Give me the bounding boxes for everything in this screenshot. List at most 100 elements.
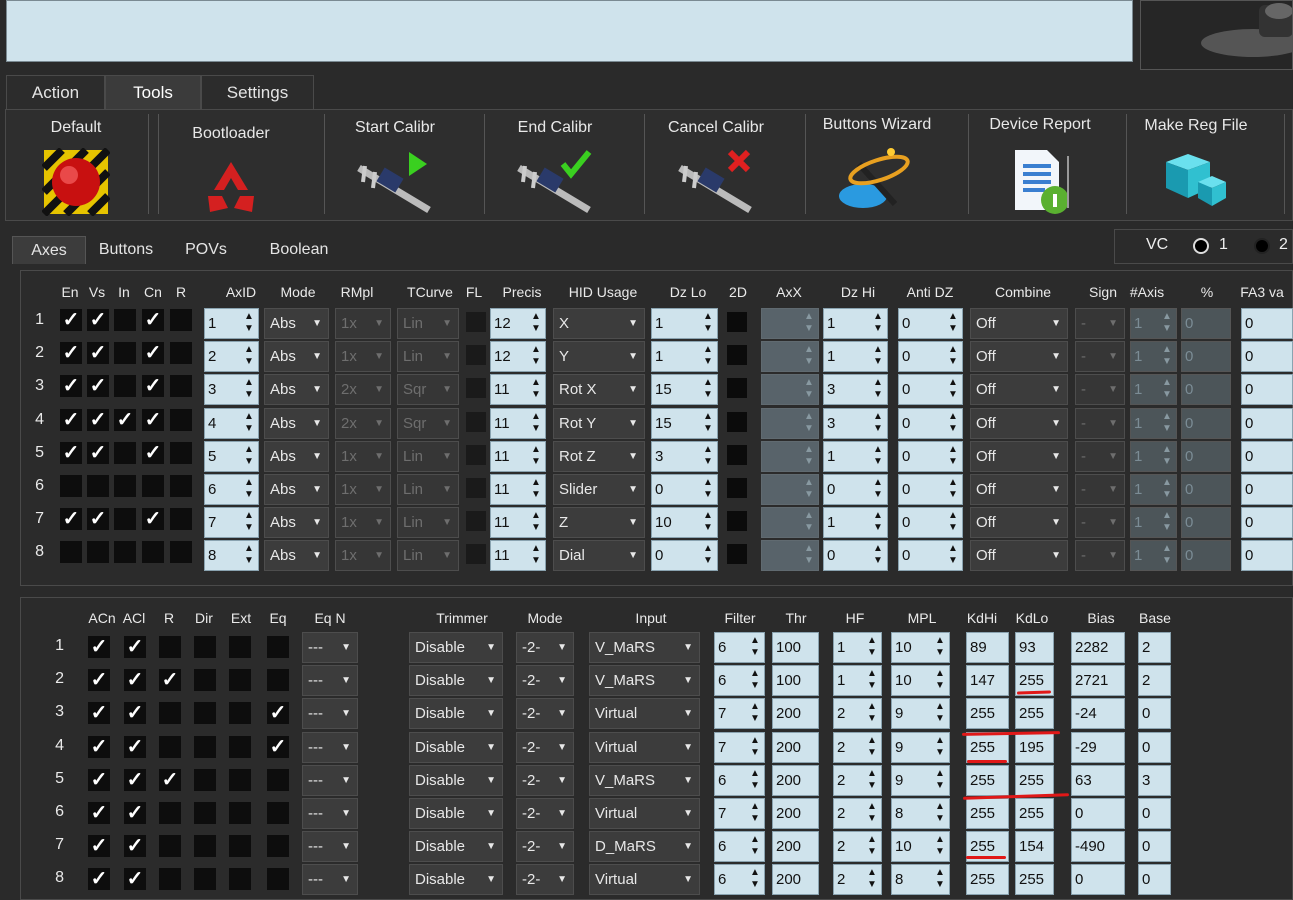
vc-radio-2[interactable] [1254, 238, 1270, 254]
thr-field[interactable]: 200 [772, 731, 819, 763]
spin-arrows-icon[interactable]: ▲ ▼ [702, 510, 714, 535]
bias-field[interactable]: 63 [1071, 764, 1125, 796]
spin-arrows-icon[interactable]: ▲ ▼ [243, 377, 255, 402]
spin-arrows-icon[interactable]: ▲ ▼ [749, 801, 761, 826]
trimmer-dropdown[interactable]: Disable ▼ [409, 798, 503, 829]
dz-hi-spinner[interactable]: 1 ▲ ▼ [823, 440, 888, 472]
spin-arrows-icon[interactable]: ▲ ▼ [934, 701, 946, 726]
axid-spinner[interactable]: 7 ▲ ▼ [204, 507, 259, 539]
mpl-spinner[interactable]: 9 ▲ ▼ [891, 698, 950, 730]
checkbox-en[interactable]: ✓ [60, 309, 82, 331]
kdlo-field[interactable]: 255 [1015, 698, 1054, 730]
checkbox-acn[interactable]: ✓ [88, 636, 110, 658]
checkbox-ext[interactable] [229, 835, 251, 858]
mode-dropdown[interactable]: Abs ▼ [264, 440, 329, 472]
start-calibr-button[interactable]: Start Calibr [330, 112, 460, 217]
base-field[interactable]: 0 [1138, 864, 1171, 896]
checkbox-vs[interactable]: ✓ [87, 342, 109, 365]
spin-arrows-icon[interactable]: ▲ ▼ [934, 635, 946, 660]
checkbox-acl[interactable]: ✓ [124, 802, 146, 824]
chevron-down-icon[interactable]: ▼ [628, 475, 638, 504]
spin-arrows-icon[interactable]: ▲ ▼ [866, 867, 878, 892]
chevron-down-icon[interactable]: ▼ [557, 733, 567, 762]
spin-arrows-icon[interactable]: ▲ ▼ [530, 411, 542, 436]
checkbox-en[interactable]: ✓ [60, 508, 82, 531]
checkbox-en[interactable]: ✓ [60, 408, 82, 431]
thr-field[interactable]: 200 [772, 798, 819, 829]
spin-arrows-icon[interactable]: ▲ ▼ [530, 344, 542, 369]
chevron-down-icon[interactable]: ▼ [312, 508, 322, 537]
checkbox-acn[interactable]: ✓ [88, 835, 110, 858]
chevron-down-icon[interactable]: ▼ [374, 541, 384, 570]
spin-arrows-icon[interactable]: ▲ ▼ [749, 834, 761, 859]
chevron-down-icon[interactable]: ▼ [1108, 409, 1118, 438]
base-field[interactable]: 0 [1138, 831, 1171, 863]
chevron-down-icon[interactable]: ▼ [486, 666, 496, 695]
chevron-down-icon[interactable]: ▼ [683, 865, 693, 894]
spin-arrows-icon[interactable]: ▲ ▼ [947, 311, 959, 336]
hid-usage-dropdown[interactable]: Rot Y ▼ [553, 407, 645, 439]
checkbox-r[interactable] [170, 309, 192, 331]
spin-arrows-icon[interactable]: ▲ ▼ [872, 477, 884, 502]
axid-spinner[interactable]: 4 ▲ ▼ [204, 407, 259, 439]
eq-n-dropdown[interactable]: --- ▼ [302, 632, 358, 663]
axid-spinner[interactable]: 5 ▲ ▼ [204, 440, 259, 472]
checkbox-r[interactable] [159, 702, 181, 725]
checkbox-cn[interactable]: ✓ [142, 342, 164, 365]
spin-arrows-icon[interactable]: ▲ ▼ [1161, 543, 1173, 568]
mpl-spinner[interactable]: 10 ▲ ▼ [891, 632, 950, 663]
checkbox-acl[interactable]: ✓ [124, 768, 146, 791]
checkbox-in[interactable] [114, 441, 136, 464]
thr-field[interactable]: 100 [772, 665, 819, 697]
chevron-down-icon[interactable]: ▼ [557, 699, 567, 728]
checkbox-acn[interactable]: ✓ [88, 768, 110, 791]
kdlo-field[interactable]: 154 [1015, 831, 1054, 863]
hf-spinner[interactable]: 1 ▲ ▼ [833, 665, 882, 697]
chevron-down-icon[interactable]: ▼ [442, 541, 452, 570]
chevron-down-icon[interactable]: ▼ [312, 442, 322, 471]
checkbox-in[interactable]: ✓ [114, 408, 136, 431]
chevron-down-icon[interactable]: ▼ [312, 375, 322, 404]
cancel-calibr-button[interactable]: Cancel Calibr [650, 112, 782, 217]
spin-arrows-icon[interactable]: ▲ ▼ [934, 801, 946, 826]
chevron-down-icon[interactable]: ▼ [486, 865, 496, 894]
chevron-down-icon[interactable]: ▼ [442, 475, 452, 504]
chevron-down-icon[interactable]: ▼ [683, 766, 693, 795]
mode-dropdown[interactable]: Abs ▼ [264, 374, 329, 406]
eq-n-dropdown[interactable]: --- ▼ [302, 864, 358, 896]
checkbox-en[interactable]: ✓ [60, 342, 82, 365]
dz-hi-spinner[interactable]: 1 ▲ ▼ [823, 507, 888, 539]
chevron-down-icon[interactable]: ▼ [312, 409, 322, 438]
checkbox-in[interactable] [114, 309, 136, 331]
spin-arrows-icon[interactable]: ▲ ▼ [1161, 344, 1173, 369]
filter-spinner[interactable]: 6 ▲ ▼ [714, 632, 765, 663]
hid-usage-dropdown[interactable]: Rot Z ▼ [553, 440, 645, 472]
chevron-down-icon[interactable]: ▼ [442, 409, 452, 438]
hf-spinner[interactable]: 2 ▲ ▼ [833, 698, 882, 730]
chevron-down-icon[interactable]: ▼ [341, 832, 351, 861]
checkbox-cn[interactable]: ✓ [142, 441, 164, 464]
dz-hi-spinner[interactable]: 3 ▲ ▼ [823, 374, 888, 406]
spin-arrows-icon[interactable]: ▲ ▼ [872, 311, 884, 336]
precis-spinner[interactable]: 12 ▲ ▼ [490, 308, 546, 339]
mpl-spinner[interactable]: 8 ▲ ▼ [891, 864, 950, 896]
checkbox-eq[interactable]: ✓ [267, 735, 289, 758]
mode-dropdown[interactable]: Abs ▼ [264, 407, 329, 439]
chevron-down-icon[interactable]: ▼ [1108, 442, 1118, 471]
spin-arrows-icon[interactable]: ▲ ▼ [803, 311, 815, 336]
filter-spinner[interactable]: 7 ▲ ▼ [714, 698, 765, 730]
chevron-down-icon[interactable]: ▼ [557, 865, 567, 894]
input-dropdown[interactable]: D_MaRS ▼ [589, 831, 700, 863]
spin-arrows-icon[interactable]: ▲ ▼ [947, 444, 959, 469]
checkbox-en[interactable] [60, 541, 82, 564]
checkbox-eq[interactable] [267, 669, 289, 692]
spin-arrows-icon[interactable]: ▲ ▼ [1161, 411, 1173, 436]
spin-arrows-icon[interactable]: ▲ ▼ [934, 735, 946, 760]
spin-arrows-icon[interactable]: ▲ ▼ [866, 668, 878, 693]
hid-usage-dropdown[interactable]: X ▼ [553, 308, 645, 339]
spin-arrows-icon[interactable]: ▲ ▼ [749, 701, 761, 726]
2d-checkbox[interactable] [727, 312, 747, 332]
spin-arrows-icon[interactable]: ▲ ▼ [803, 477, 815, 502]
checkbox-dir[interactable] [194, 802, 216, 824]
combine-dropdown[interactable]: Off ▼ [970, 440, 1068, 472]
